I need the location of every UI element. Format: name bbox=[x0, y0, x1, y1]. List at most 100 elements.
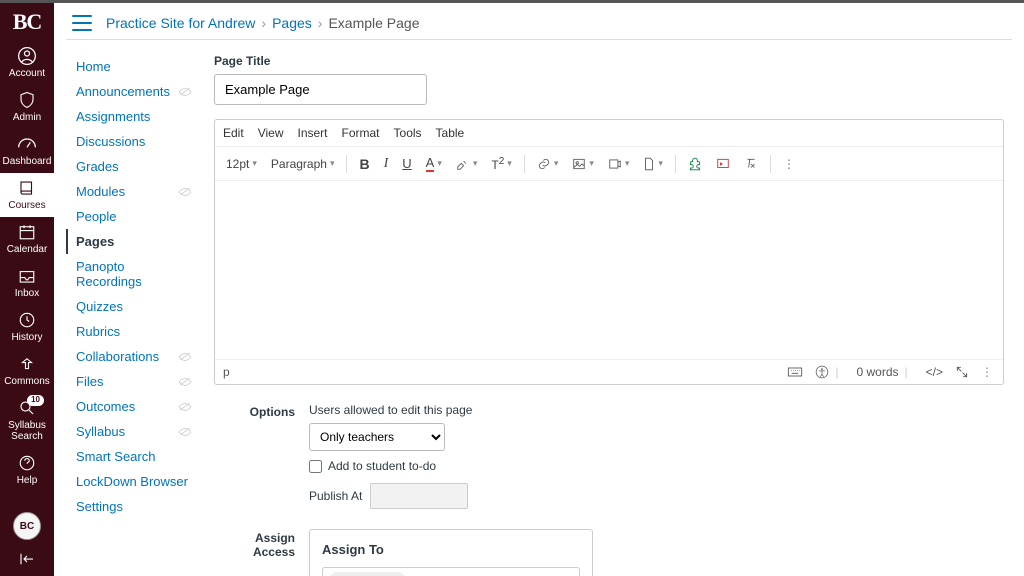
editor-menu-item[interactable]: Edit bbox=[223, 126, 244, 140]
nav-label: Dashboard bbox=[3, 156, 52, 167]
assign-access-label: Assign Access bbox=[214, 529, 309, 576]
page-title-input[interactable] bbox=[214, 74, 427, 105]
html-view-button[interactable]: </> bbox=[926, 365, 943, 379]
italic-button[interactable]: I bbox=[379, 153, 394, 175]
course-nav-label: Rubrics bbox=[76, 324, 120, 339]
add-todo-label: Add to student to-do bbox=[328, 459, 436, 473]
nav-dashboard[interactable]: Dashboard bbox=[0, 129, 54, 173]
nav-label: Inbox bbox=[15, 288, 39, 299]
share-icon bbox=[18, 354, 36, 374]
nav-admin[interactable]: Admin bbox=[0, 85, 54, 129]
breadcrumb-current: Example Page bbox=[328, 15, 419, 31]
nav-courses[interactable]: Courses bbox=[0, 173, 54, 217]
course-nav-label: Outcomes bbox=[76, 399, 135, 414]
course-nav-item[interactable]: Files bbox=[66, 369, 196, 394]
app2-button[interactable] bbox=[711, 154, 735, 174]
editor-menu-item[interactable]: Insert bbox=[297, 126, 327, 140]
breadcrumb-section[interactable]: Pages bbox=[272, 15, 312, 31]
nav-label: Syllabus Search bbox=[0, 420, 54, 442]
editor-menu-item[interactable]: Table bbox=[436, 126, 465, 140]
hidden-eye-icon bbox=[178, 186, 192, 198]
nav-label: Courses bbox=[8, 200, 45, 211]
bold-button[interactable]: B bbox=[354, 153, 374, 175]
clear-format-button[interactable] bbox=[739, 154, 763, 174]
course-nav-item[interactable]: Panopto Recordings bbox=[66, 254, 196, 294]
course-nav-label: Home bbox=[76, 59, 111, 74]
course-nav-item[interactable]: Rubrics bbox=[66, 319, 196, 344]
course-nav-item[interactable]: Pages bbox=[66, 229, 196, 254]
course-nav-label: Panopto Recordings bbox=[76, 259, 192, 289]
publish-at-label: Publish At bbox=[309, 489, 362, 503]
course-nav-item[interactable]: Assignments bbox=[66, 104, 196, 129]
users-allowed-select[interactable]: Only teachers bbox=[309, 423, 445, 451]
course-nav-item[interactable]: Outcomes bbox=[66, 394, 196, 419]
brand-logo: BC bbox=[13, 9, 42, 35]
help-icon bbox=[18, 453, 36, 473]
course-nav-label: Quizzes bbox=[76, 299, 123, 314]
course-nav-item[interactable]: People bbox=[66, 204, 196, 229]
course-nav-label: Settings bbox=[76, 499, 123, 514]
course-nav-item[interactable]: Announcements bbox=[66, 79, 196, 104]
more-tools-button[interactable]: ⋮ bbox=[778, 154, 802, 174]
options-label: Options bbox=[214, 403, 309, 509]
course-nav-item[interactable]: Home bbox=[66, 54, 196, 79]
collapse-nav-icon[interactable] bbox=[18, 552, 36, 566]
course-nav-item[interactable]: Syllabus bbox=[66, 419, 196, 444]
breadcrumb-site[interactable]: Practice Site for Andrew bbox=[106, 15, 255, 31]
course-nav-item[interactable]: Settings bbox=[66, 494, 196, 519]
nav-label: Help bbox=[17, 475, 38, 486]
nav-inbox[interactable]: Inbox bbox=[0, 261, 54, 305]
font-size-select[interactable]: 12pt▾ bbox=[221, 154, 262, 174]
course-nav-label: Pages bbox=[76, 234, 114, 249]
course-nav-item[interactable]: Modules bbox=[66, 179, 196, 204]
media-button[interactable]: ▾ bbox=[603, 154, 635, 174]
nav-account[interactable]: Account bbox=[0, 41, 54, 85]
editor-content[interactable] bbox=[215, 181, 1003, 359]
nav-history[interactable]: History bbox=[0, 305, 54, 349]
assign-access-section: Assign Access Assign To Everyone ✕ bbox=[214, 529, 1004, 576]
editor-menubar: Edit View Insert Format Tools Table bbox=[215, 120, 1003, 147]
block-format-select[interactable]: Paragraph▾ bbox=[266, 154, 340, 174]
highlight-button[interactable]: ▾ bbox=[451, 154, 483, 174]
users-allowed-label: Users allowed to edit this page bbox=[309, 403, 472, 417]
editor-menu-item[interactable]: Tools bbox=[394, 126, 422, 140]
underline-button[interactable]: U bbox=[397, 153, 416, 174]
nav-commons[interactable]: Commons bbox=[0, 349, 54, 393]
link-button[interactable]: ▾ bbox=[532, 154, 564, 174]
badge: 10 bbox=[27, 395, 44, 406]
document-button[interactable]: ▾ bbox=[638, 154, 668, 174]
editor-menu-item[interactable]: View bbox=[258, 126, 284, 140]
image-button[interactable]: ▾ bbox=[567, 154, 599, 174]
hamburger-icon[interactable] bbox=[72, 15, 92, 31]
a11y-icon[interactable] bbox=[815, 365, 829, 379]
page-content: Page Title EditViewInsertFormatToolsTabl… bbox=[206, 54, 1012, 576]
element-path: p bbox=[223, 365, 775, 379]
course-nav-item[interactable]: Smart Search bbox=[66, 444, 196, 469]
text-color-button[interactable]: A▾ bbox=[421, 152, 447, 175]
course-nav-label: Grades bbox=[76, 159, 119, 174]
assign-to-input-wrap[interactable]: Everyone ✕ bbox=[322, 567, 580, 576]
publish-at-input[interactable] bbox=[370, 483, 468, 509]
nav-help[interactable]: Help bbox=[0, 448, 54, 492]
course-nav-item[interactable]: Discussions bbox=[66, 129, 196, 154]
app-button[interactable] bbox=[683, 154, 707, 174]
resize-handle-icon[interactable]: ⋮ bbox=[981, 365, 995, 379]
superscript-button[interactable]: T2▾ bbox=[486, 153, 516, 175]
add-todo-checkbox[interactable] bbox=[309, 460, 322, 473]
course-nav-item[interactable]: Grades bbox=[66, 154, 196, 179]
breadcrumbs: Practice Site for Andrew › Pages › Examp… bbox=[106, 15, 420, 31]
keyboard-icon[interactable] bbox=[787, 366, 803, 378]
fullscreen-button[interactable] bbox=[955, 365, 969, 379]
editor-menu-item[interactable]: Format bbox=[342, 126, 380, 140]
course-nav-item[interactable]: Quizzes bbox=[66, 294, 196, 319]
course-nav-label: Smart Search bbox=[76, 449, 155, 464]
nav-calendar[interactable]: Calendar bbox=[0, 217, 54, 261]
course-nav-label: Discussions bbox=[76, 134, 145, 149]
assign-box: Assign To Everyone ✕ bbox=[309, 529, 593, 576]
avatar[interactable]: BC bbox=[13, 512, 41, 540]
nav-syllabus-search[interactable]: 10 Syllabus Search bbox=[0, 393, 54, 448]
editor-toolbar: 12pt▾ Paragraph▾ B I U A▾ ▾ T2▾ ▾ ▾ ▾ ▾ bbox=[215, 147, 1003, 181]
course-nav-item[interactable]: LockDown Browser bbox=[66, 469, 196, 494]
course-nav-item[interactable]: Collaborations bbox=[66, 344, 196, 369]
clock-icon bbox=[18, 310, 36, 330]
